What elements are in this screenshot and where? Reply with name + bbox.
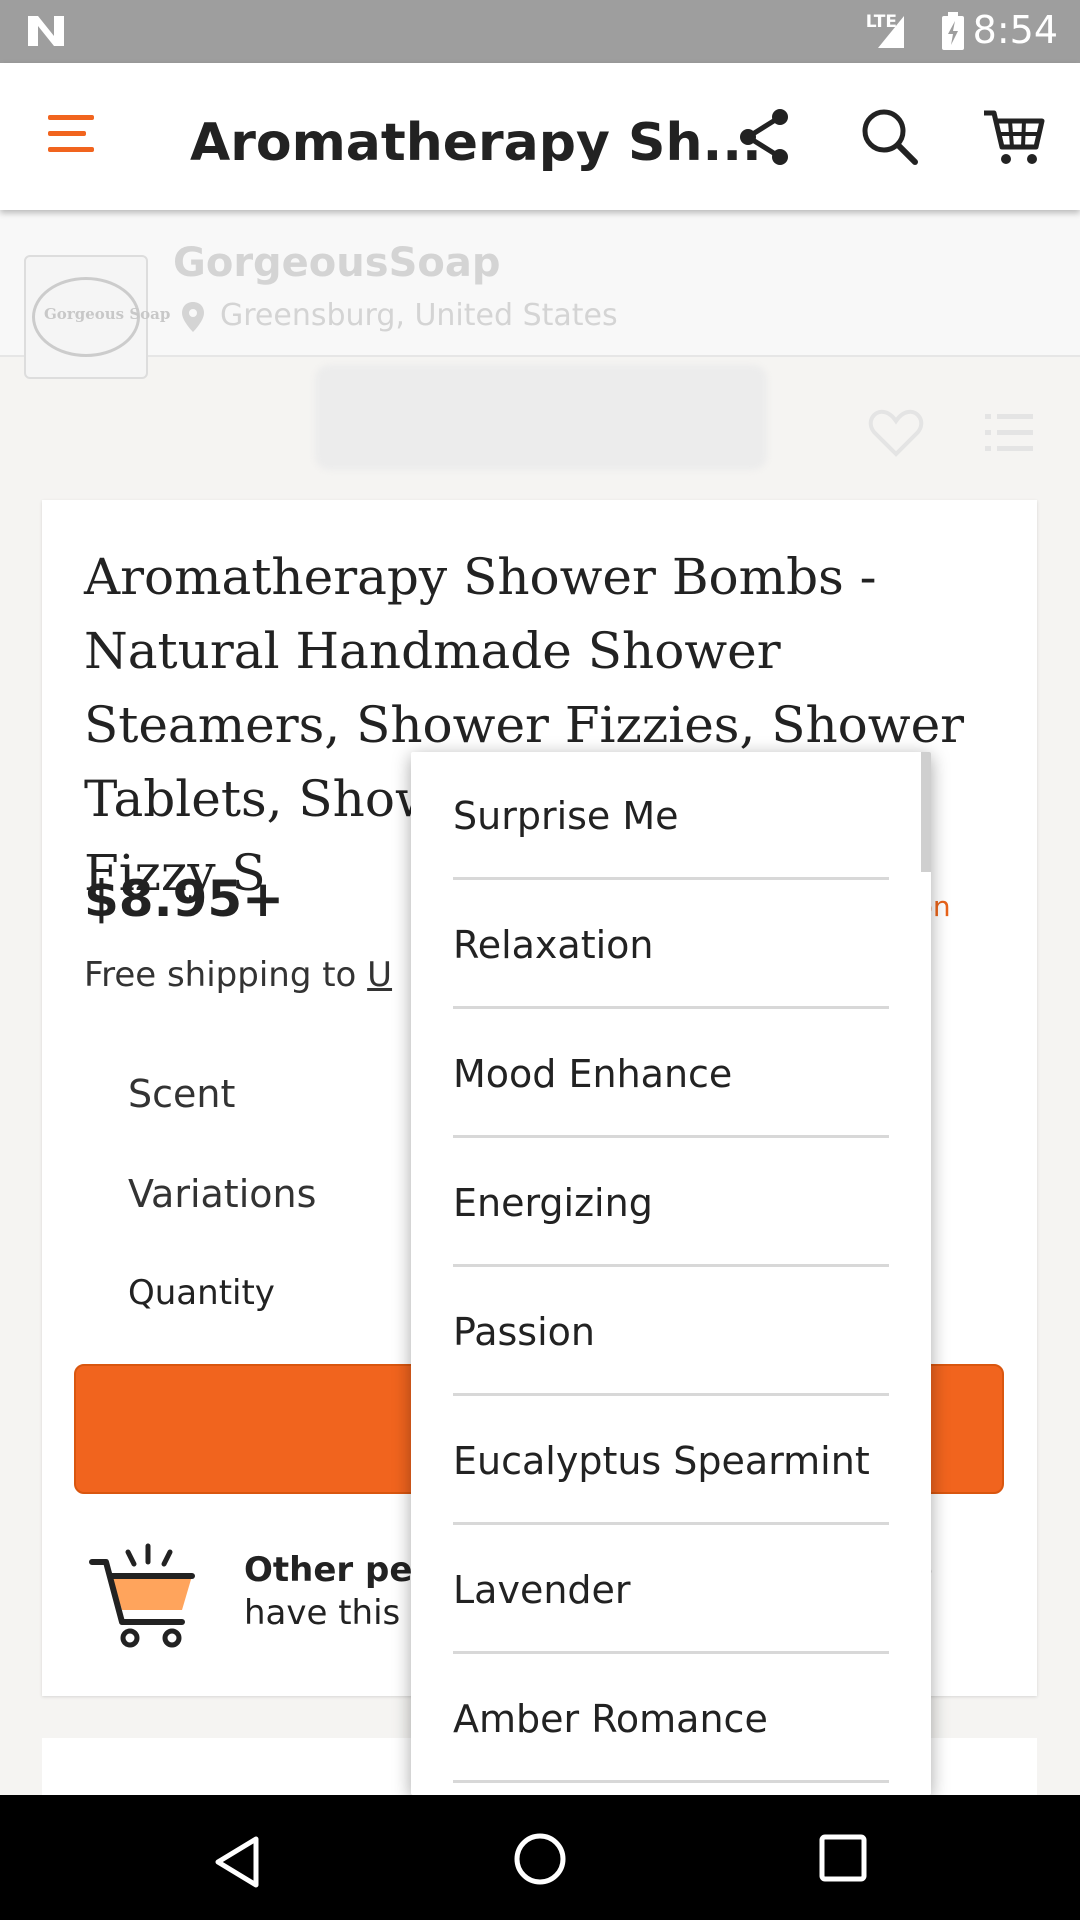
heart-icon[interactable] xyxy=(868,408,924,458)
clock: 8:54 xyxy=(972,8,1058,52)
scent-select[interactable]: Scent xyxy=(128,1072,235,1116)
dropdown-option[interactable]: Surprise Me xyxy=(453,752,889,880)
logo-text: Gorgeous Soap xyxy=(44,305,171,323)
cart-icon[interactable] xyxy=(982,105,1046,169)
dropdown-option[interactable]: Passion xyxy=(453,1268,889,1396)
demand-message-title: Other peo xyxy=(244,1550,436,1590)
shop-name[interactable]: GorgeousSoap xyxy=(173,240,500,286)
add-to-list-icon[interactable] xyxy=(985,412,1033,454)
dropdown-option[interactable]: Energizing xyxy=(453,1139,889,1267)
dropdown-option[interactable]: Eucalyptus Spearmint xyxy=(453,1397,889,1525)
signal-icon xyxy=(878,16,904,48)
battery-charging-icon xyxy=(942,12,964,50)
dropdown-option[interactable]: Relaxation xyxy=(453,881,889,1009)
notification-n-icon xyxy=(28,16,64,46)
dropdown-scrollbar[interactable] xyxy=(921,752,931,872)
shipping-prefix: Free shipping to xyxy=(84,955,368,995)
product-price: $8.95+ xyxy=(84,870,285,928)
status-bar: LTE 8:54 xyxy=(0,0,1080,63)
quantity-select[interactable]: Quantity xyxy=(128,1273,275,1313)
back-icon[interactable] xyxy=(212,1835,262,1889)
shop-logo[interactable]: Gorgeous Soap xyxy=(24,255,170,379)
menu-icon[interactable] xyxy=(46,113,96,155)
shipping-info: Free shipping to U xyxy=(84,955,392,995)
scent-dropdown-menu[interactable]: Surprise Me Relaxation Mood Enhance Ener… xyxy=(411,752,931,1795)
dropdown-option[interactable]: Amber Romance xyxy=(453,1655,889,1783)
dropdown-option[interactable]: Mood Enhance xyxy=(453,1010,889,1138)
app-bar: Aromatherapy Sh... xyxy=(0,63,1080,210)
demand-message-body: have this xyxy=(244,1593,401,1633)
dropdown-option[interactable]: Lavender xyxy=(453,1526,889,1654)
system-nav-bar xyxy=(0,1795,1080,1920)
recents-icon[interactable] xyxy=(818,1833,868,1883)
location-pin-icon xyxy=(182,302,204,332)
shipping-destination-link[interactable]: U xyxy=(367,955,392,995)
product-image[interactable] xyxy=(315,365,767,470)
shop-location: Greensburg, United States xyxy=(220,298,618,333)
shop-header[interactable]: Gorgeous Soap GorgeousSoap Greensburg, U… xyxy=(0,210,1080,379)
home-icon[interactable] xyxy=(512,1831,568,1887)
share-icon[interactable] xyxy=(736,107,792,167)
page-title: Aromatherapy Sh... xyxy=(190,113,762,173)
variations-select[interactable]: Variations xyxy=(128,1172,316,1216)
search-icon[interactable] xyxy=(860,107,920,167)
cart-demand-icon xyxy=(89,1543,195,1648)
